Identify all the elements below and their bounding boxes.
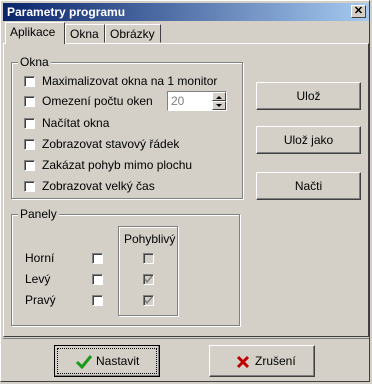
panel-right-label: Pravý (25, 293, 56, 307)
window-title: Parametry programu (7, 5, 126, 19)
panel-right-checkbox[interactable] (92, 295, 103, 306)
show-big-time-checkbox[interactable] (24, 181, 35, 192)
spinner-down-button[interactable] (212, 101, 226, 110)
close-icon (236, 355, 250, 369)
show-statusbar-label: Zobrazovat stavový řádek (42, 137, 180, 151)
panel-left-label: Levý (25, 272, 51, 286)
okna-group-legend: Okna (18, 55, 51, 69)
tab-okna[interactable]: Okna (65, 24, 105, 43)
load-windows-checkbox[interactable] (24, 118, 35, 129)
panel-top-movable-checkbox (143, 253, 154, 264)
show-statusbar-checkbox[interactable] (24, 139, 35, 150)
ok-button-label: Nastavit (96, 354, 140, 368)
cancel-button[interactable]: Zrušení (209, 345, 315, 377)
limit-windows-checkbox[interactable] (24, 96, 35, 107)
movable-legend: Pohyblivý (124, 232, 176, 246)
save-as-button[interactable]: Ulož jako (256, 126, 361, 154)
checkmark-icon (75, 355, 93, 370)
load-button[interactable]: Načti (256, 172, 361, 200)
maximize-one-monitor-checkbox[interactable] (24, 76, 35, 87)
panel-top-checkbox[interactable] (92, 253, 103, 264)
ok-button[interactable]: Nastavit (54, 345, 160, 377)
tab-obrazky[interactable]: Obrázky (105, 24, 161, 43)
disable-offscreen-checkbox[interactable] (24, 160, 35, 171)
dialog-window: Parametry programu ✕ Aplikace Okna Obráz… (0, 0, 370, 382)
cancel-button-label: Zrušení (255, 354, 296, 368)
panel-left-movable-checkbox (143, 274, 154, 285)
checkmark-icon (144, 296, 153, 305)
title-bar[interactable]: Parametry programu ✕ (3, 3, 369, 21)
close-button[interactable]: ✕ (351, 5, 366, 18)
panel-top-label: Horní (25, 251, 55, 265)
panely-group-legend: Panely (18, 207, 59, 221)
arrow-up-icon (216, 96, 222, 99)
load-windows-label: Načítat okna (42, 116, 110, 130)
checkmark-icon (144, 275, 153, 284)
disable-offscreen-label: Zakázat pohyb mimo plochu (42, 158, 193, 172)
window-limit-spinner[interactable]: 20 (167, 91, 227, 111)
save-button[interactable]: Ulož (256, 82, 361, 110)
tab-aplikace[interactable]: Aplikace (5, 22, 65, 44)
panel-left-checkbox[interactable] (92, 274, 103, 285)
maximize-one-monitor-label: Maximalizovat okna na 1 monitor (42, 74, 218, 88)
window-limit-value: 20 (171, 94, 185, 108)
limit-windows-label: Omezení počtu oken (42, 94, 153, 108)
panel-right-movable-checkbox (143, 295, 154, 306)
spinner-up-button[interactable] (212, 92, 226, 101)
arrow-down-icon (216, 104, 222, 107)
footer-separator (3, 338, 369, 339)
show-big-time-label: Zobrazovat velký čas (42, 179, 155, 193)
